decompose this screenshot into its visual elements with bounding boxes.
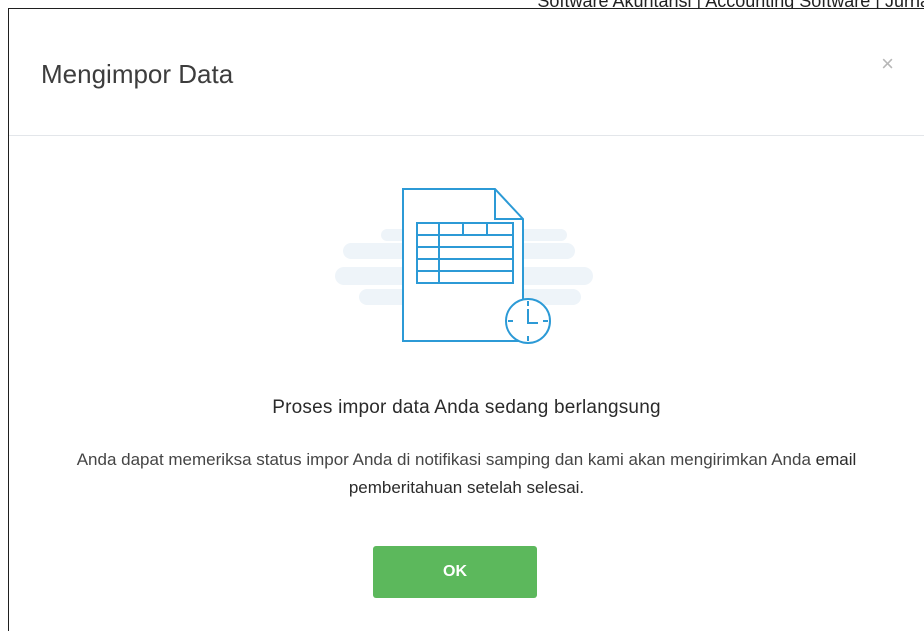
close-icon[interactable]: ×: [881, 53, 894, 75]
dialog-header: Mengimpor Data ×: [9, 9, 924, 136]
import-dialog: Mengimpor Data × Proses impor data Anda …: [8, 8, 924, 631]
import-status-headline: Proses impor data Anda sedang berlangsun…: [272, 397, 661, 418]
description-text: Anda dapat memeriksa status impor Anda d…: [76, 450, 816, 469]
spreadsheet-file-clock-icon: [335, 173, 609, 353]
dialog-title: Mengimpor Data: [41, 59, 234, 89]
import-status-description: Anda dapat memeriksa status impor Anda d…: [49, 446, 884, 502]
ok-button[interactable]: OK: [373, 546, 537, 598]
